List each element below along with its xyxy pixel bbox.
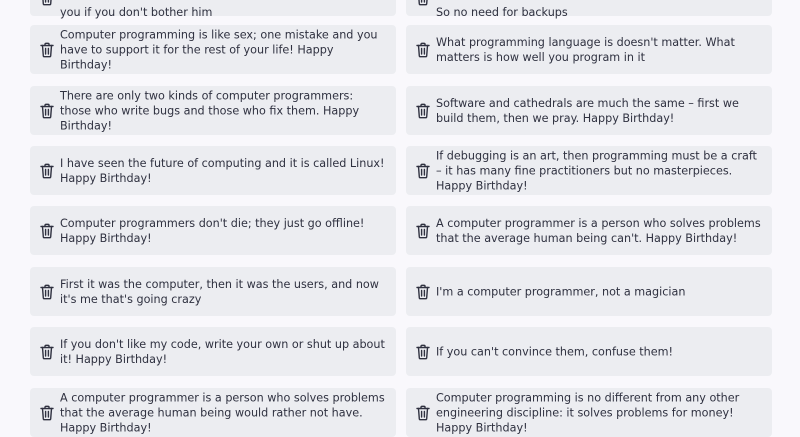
- quote-card: A computer programmer is a person who so…: [30, 388, 396, 437]
- quote-text: Computer programmers don't die; they jus…: [60, 216, 365, 245]
- quote-card: I have seen the future of computing and …: [30, 146, 396, 195]
- quote-grid: you if you don't bother him So no need f…: [0, 0, 800, 437]
- trash-icon[interactable]: [416, 103, 430, 119]
- quote-text: There are only two kinds of computer pro…: [60, 89, 360, 132]
- trash-icon[interactable]: [40, 223, 54, 239]
- trash-icon[interactable]: [40, 163, 54, 179]
- quote-text: First it was the computer, then it was t…: [60, 277, 379, 306]
- quote-text: If you can't convince them, confuse them…: [436, 345, 674, 358]
- quote-text: A computer programmer is a person who so…: [60, 391, 385, 434]
- quote-text: Computer programming is no different fro…: [436, 391, 740, 434]
- trash-icon[interactable]: [40, 42, 54, 58]
- quote-card: Software and cathedrals are much the sam…: [406, 86, 772, 135]
- trash-icon[interactable]: [416, 163, 430, 179]
- quote-card: A computer programmer is a person who so…: [406, 206, 772, 255]
- trash-icon[interactable]: [40, 103, 54, 119]
- quote-text: Computer programming is like sex; one mi…: [60, 28, 378, 71]
- trash-icon[interactable]: [40, 344, 54, 360]
- quote-text: you if you don't bother him: [60, 6, 213, 19]
- quote-card: Computer programming is like sex; one mi…: [30, 25, 396, 74]
- quote-card: Computer programming is no different fro…: [406, 388, 772, 437]
- trash-icon[interactable]: [40, 405, 54, 421]
- quote-text: Software and cathedrals are much the sam…: [436, 96, 739, 125]
- quote-text: If debugging is an art, then programming…: [436, 149, 757, 192]
- quote-text: I have seen the future of computing and …: [60, 156, 385, 185]
- trash-icon[interactable]: [416, 223, 430, 239]
- trash-icon[interactable]: [416, 344, 430, 360]
- quote-card: If you don't like my code, write your ow…: [30, 327, 396, 376]
- trash-icon[interactable]: [416, 405, 430, 421]
- quote-card: Computer programmers don't die; they jus…: [30, 206, 396, 255]
- quote-card: I'm a computer programmer, not a magicia…: [406, 267, 772, 316]
- quote-card: First it was the computer, then it was t…: [30, 267, 396, 316]
- quote-text: So no need for backups: [436, 6, 568, 19]
- trash-icon[interactable]: [416, 0, 430, 6]
- trash-icon[interactable]: [40, 0, 54, 6]
- quote-card: So no need for backups: [406, 0, 772, 19]
- quote-card: What programming language is doesn't mat…: [406, 25, 772, 74]
- trash-icon[interactable]: [416, 42, 430, 58]
- quote-card: you if you don't bother him: [30, 0, 396, 19]
- trash-icon[interactable]: [40, 284, 54, 300]
- quote-text: A computer programmer is a person who so…: [436, 216, 761, 245]
- trash-icon[interactable]: [416, 284, 430, 300]
- quote-text: What programming language is doesn't mat…: [436, 35, 735, 64]
- quote-card: If you can't convince them, confuse them…: [406, 327, 772, 376]
- quote-text: If you don't like my code, write your ow…: [60, 337, 385, 366]
- quote-card: There are only two kinds of computer pro…: [30, 86, 396, 135]
- quote-card: If debugging is an art, then programming…: [406, 146, 772, 195]
- quote-text: I'm a computer programmer, not a magicia…: [436, 285, 686, 298]
